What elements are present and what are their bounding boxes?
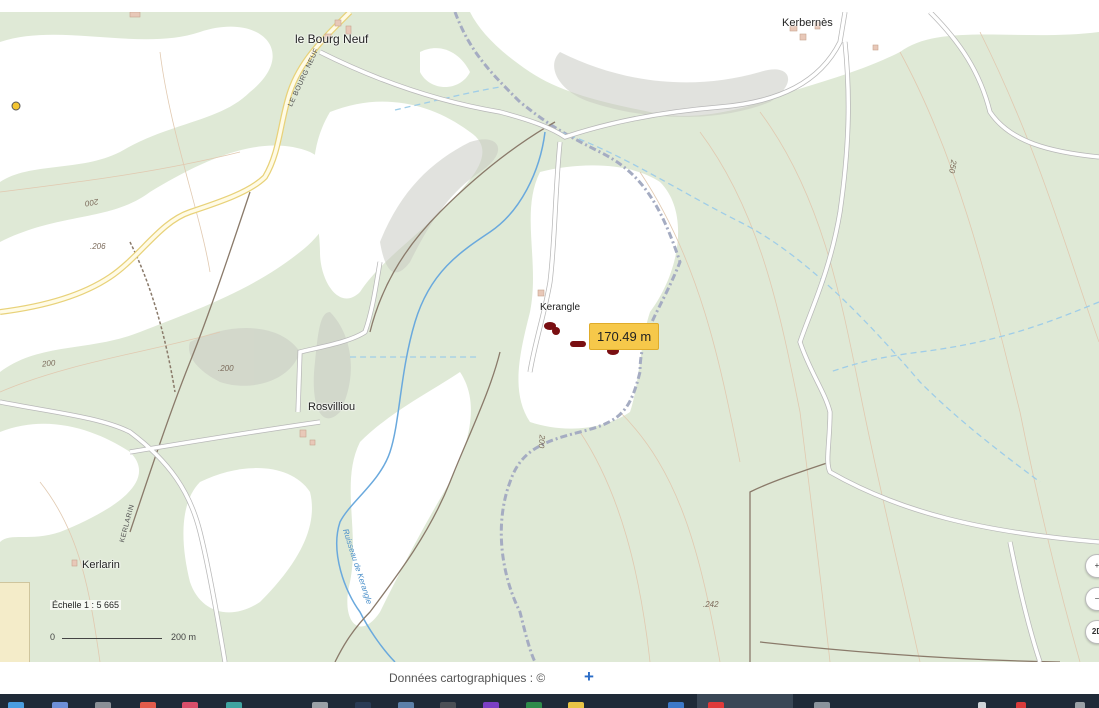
app-icon[interactable] — [95, 702, 111, 708]
app-icon[interactable] — [312, 702, 328, 708]
app-icon[interactable] — [355, 702, 371, 708]
file-explorer-icon[interactable] — [8, 702, 24, 708]
excel-icon[interactable] — [526, 702, 542, 708]
contour-label: .242 — [703, 600, 719, 609]
app-icon[interactable] — [398, 702, 414, 708]
scale-zero-label: 0 — [50, 632, 56, 642]
plus-icon: + — [1094, 561, 1099, 570]
app-icon[interactable] — [568, 702, 584, 708]
place-label-rosvilliou: Rosvilliou — [308, 401, 356, 413]
measure-segment — [570, 341, 586, 347]
contour-label: .206 — [90, 242, 106, 251]
place-label-kerlarin: Kerlarin — [82, 559, 120, 571]
app-icon[interactable] — [814, 702, 830, 708]
map-canvas — [0, 12, 1099, 662]
attribution-bar: Données cartographiques : © + — [0, 662, 1099, 694]
chrome-icon[interactable] — [140, 702, 156, 708]
plus-icon[interactable]: + — [584, 667, 594, 687]
map-view[interactable]: le Bourg Neuf Kerbernès Kerangle Rosvill… — [0, 12, 1099, 662]
legend-panel[interactable] — [0, 582, 30, 662]
scale-bar: Échelle 1 : 5 665 0 200 m — [44, 596, 234, 658]
onenote-icon[interactable] — [483, 702, 499, 708]
attribution-text: Données cartographiques : © — [389, 671, 546, 685]
app-icon[interactable] — [226, 702, 242, 708]
measure-distance-tooltip: 170.49 m — [589, 323, 660, 350]
scale-line — [62, 638, 162, 639]
scale-ratio: Échelle 1 : 5 665 — [50, 600, 122, 610]
scale-distance-label: 200 m — [171, 632, 197, 642]
poi-marker[interactable] — [11, 101, 21, 111]
app-icon[interactable] — [1016, 702, 1026, 708]
word-icon[interactable] — [668, 702, 684, 708]
app-icon[interactable] — [440, 702, 456, 708]
measure-point — [552, 327, 560, 335]
chevron-icon[interactable] — [978, 702, 986, 708]
app-icon[interactable] — [708, 702, 724, 708]
minus-icon: − — [1094, 594, 1099, 603]
browser-icon[interactable] — [52, 702, 68, 708]
contour-label: .200 — [218, 364, 234, 373]
app-icon[interactable] — [182, 702, 198, 708]
taskbar — [0, 694, 1099, 708]
contour-label: 200 — [41, 358, 56, 369]
place-label-kerbernes: Kerbernès — [782, 17, 833, 29]
place-label-le-bourg-neuf: le Bourg Neuf — [295, 32, 369, 46]
contour-label: 200 — [536, 434, 547, 449]
place-label-kerangle: Kerangle — [540, 302, 581, 313]
app-icon[interactable] — [1075, 702, 1085, 708]
open-land — [0, 12, 1099, 627]
